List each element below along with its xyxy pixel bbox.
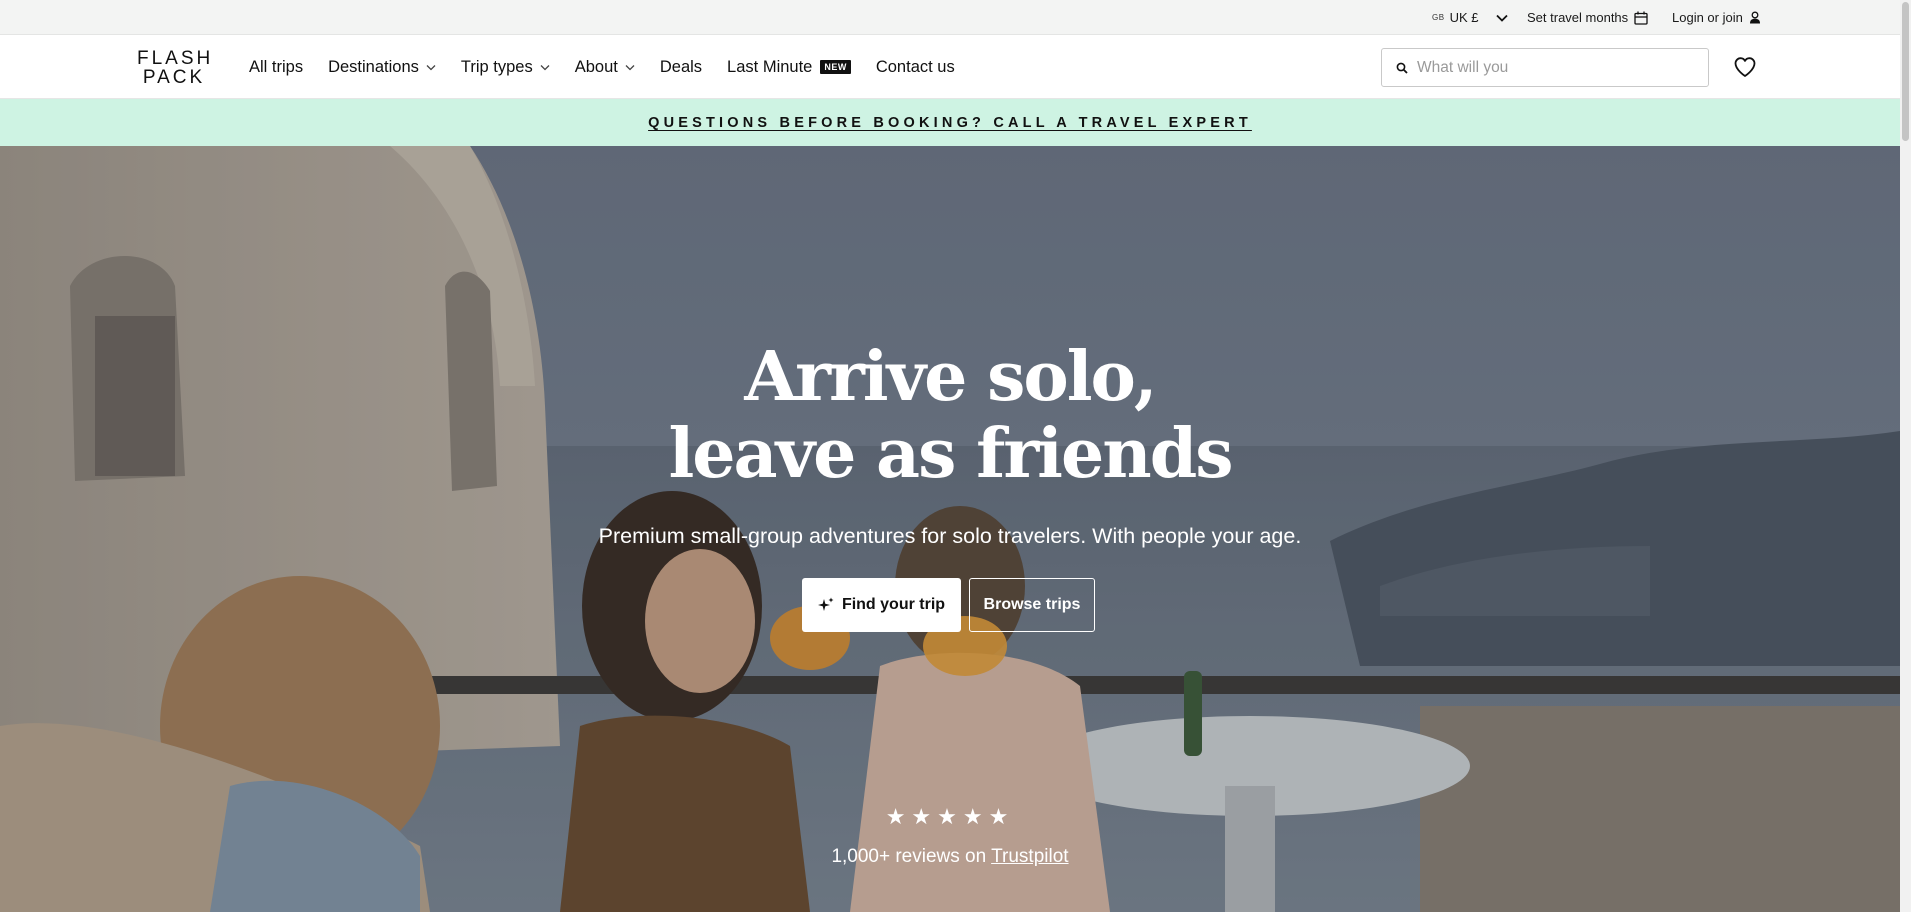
logo-line-1: FLASH [137,48,214,69]
nav-last-minute-label: Last Minute [727,57,813,76]
travel-months-label: Set travel months [1527,10,1629,25]
chevron-down-icon [540,64,550,70]
hero-title-line-1: Arrive solo, [744,337,1157,417]
nav-about[interactable]: About [575,58,635,77]
flash-pack-logo[interactable]: FLASH PACK [137,49,211,87]
nav-trip-types[interactable]: Trip types [461,58,550,77]
find-your-trip-label: Find your trip [841,596,946,613]
nav-deals-label: Deals [659,57,703,76]
nav-trip-types-label: Trip types [460,57,533,76]
reviews-line: 1,000+ reviews on Trustpilot [0,846,1900,868]
sparkle-icon [817,597,834,611]
browse-trips-label: Browse trips [983,596,1081,613]
user-icon [1749,11,1760,24]
new-badge: NEW [820,60,851,74]
find-your-trip-button[interactable]: Find your trip [802,578,961,632]
search-input[interactable] [1417,58,1687,77]
nav-last-minute[interactable]: Last Minute NEW [727,58,851,77]
logo-line-2: PACK [142,67,206,88]
nav-about-label: About [574,57,618,76]
calendar-icon [1634,11,1648,25]
nav-destinations-label: Destinations [328,57,419,76]
rating-stars: ★★★★★ [885,804,1015,829]
nav-deals[interactable]: Deals [660,58,702,77]
search-icon [1396,62,1408,74]
nav-contact-us-label: Contact us [875,57,955,76]
flag-code: GB [1432,13,1445,22]
login-label: Login or join [1672,10,1743,25]
promo-banner: QUESTIONS BEFORE BOOKING? CALL A TRAVEL … [0,99,1900,146]
locale-selector[interactable]: GB UK £ [1432,0,1509,35]
chevron-down-icon [426,64,436,70]
heart-icon[interactable] [1733,55,1757,79]
hero-title-line-2: leave as friends [668,414,1233,494]
reviews-count: 1,000+ reviews on [831,846,987,867]
search-box[interactable] [1381,48,1709,87]
hero-subtitle: Premium small-group adventures for solo … [598,524,1302,548]
hero: Arrive solo, leave as friends Premium sm… [0,146,1900,912]
travel-months-button[interactable]: Set travel months [1527,0,1648,35]
utility-bar: GB UK £ Set travel months Login or join [0,0,1900,35]
scrollbar-thumb[interactable] [1902,2,1909,141]
main-nav: FLASH PACK All trips Destinations Trip t… [0,35,1900,99]
trustpilot-link[interactable]: Trustpilot [991,846,1068,867]
nav-all-trips-label: All trips [249,57,304,76]
hero-buttons: Find your trip Browse trips [802,578,1095,632]
nav-destinations[interactable]: Destinations [328,58,436,77]
chevron-down-icon [625,64,635,70]
nav-links: All trips Destinations Trip types About … [249,35,980,99]
browse-trips-button[interactable]: Browse trips [969,578,1095,632]
nav-contact-us[interactable]: Contact us [876,58,955,77]
locale-label: UK £ [1449,10,1479,25]
page-scrollbar[interactable] [1900,0,1911,912]
chevron-down-icon [1496,14,1509,22]
call-travel-expert-link[interactable]: QUESTIONS BEFORE BOOKING? CALL A TRAVEL … [648,115,1252,131]
nav-all-trips[interactable]: All trips [249,58,303,77]
login-button[interactable]: Login or join [1672,0,1761,35]
